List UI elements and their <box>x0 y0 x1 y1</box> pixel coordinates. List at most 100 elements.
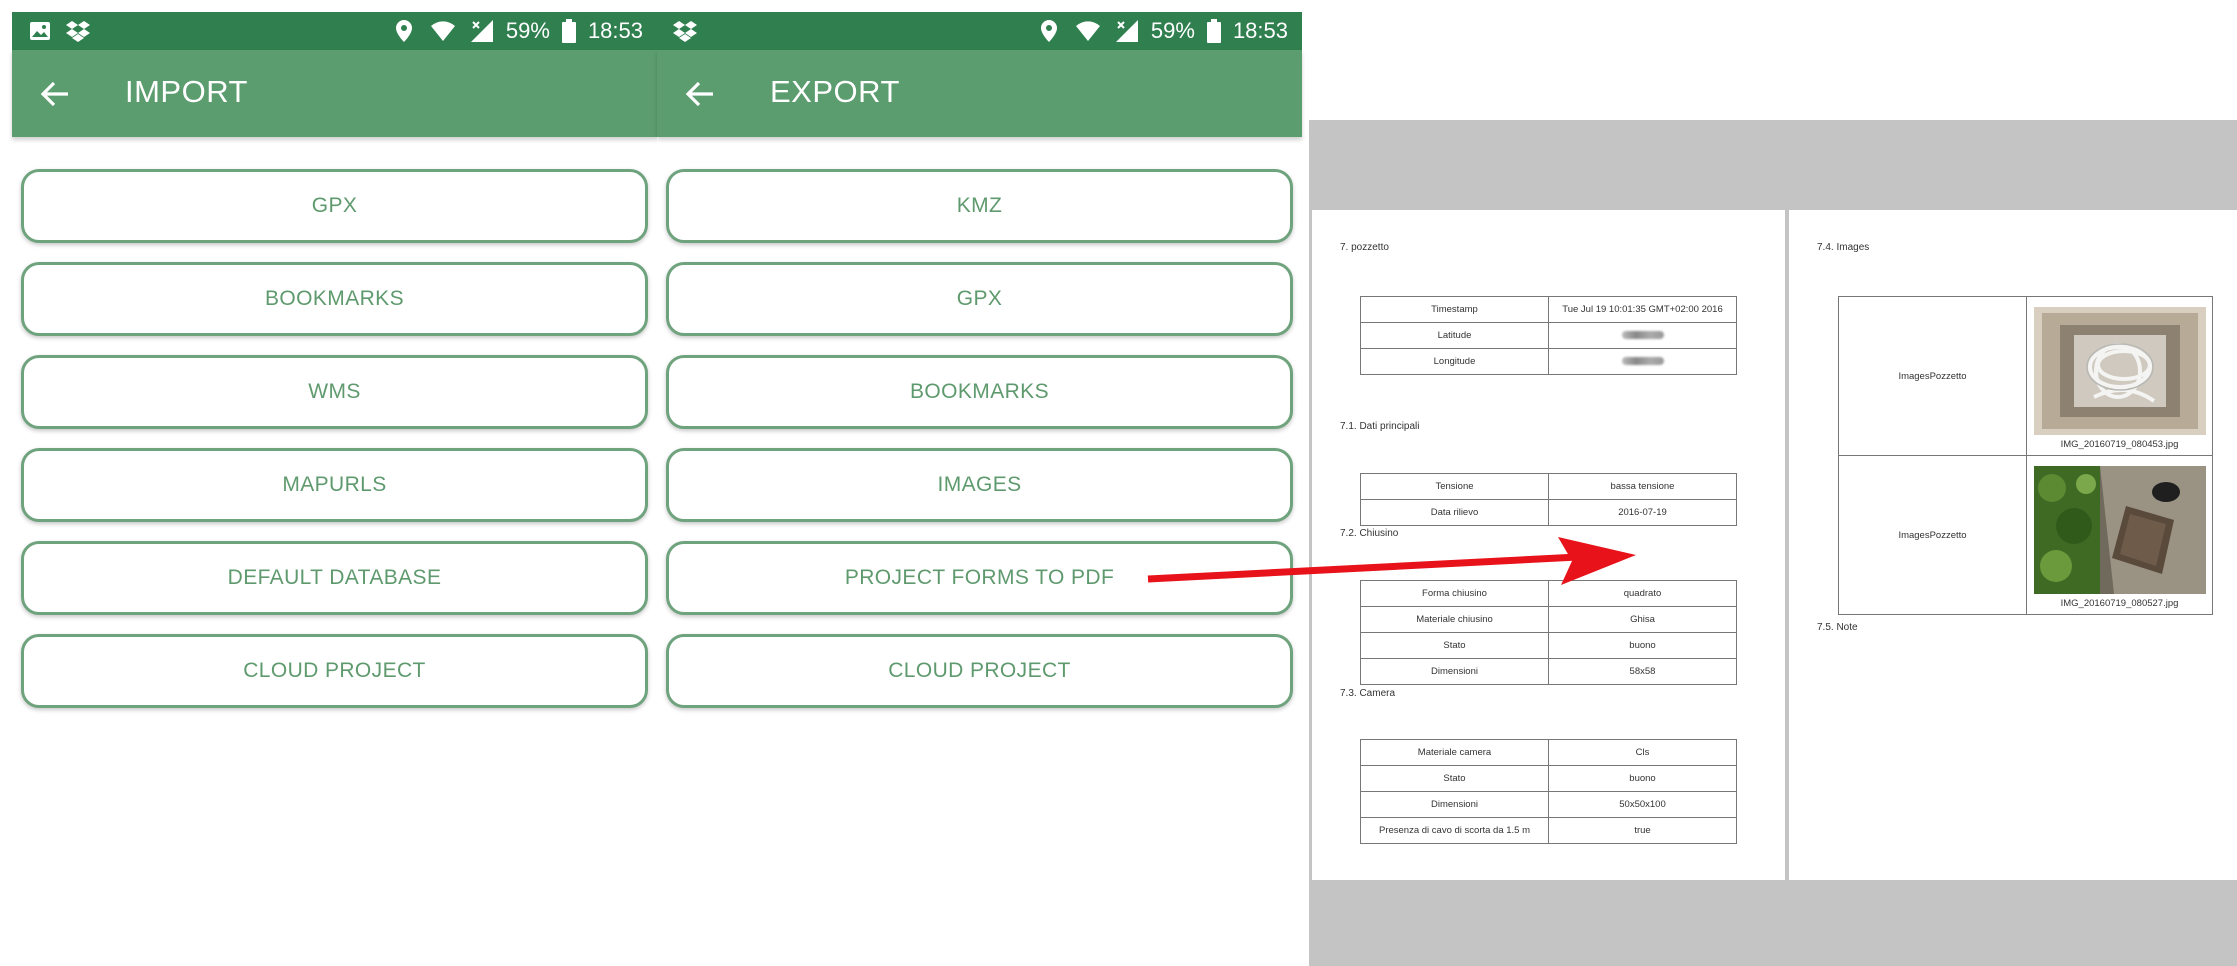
pdf-page-left: 7. pozzetto Timestamp Tue Jul 19 10:01:3… <box>1312 210 1785 880</box>
table-cell: Ghisa <box>1548 606 1737 633</box>
battery-percent: 59% <box>505 18 550 43</box>
pdf-preview: 7. pozzetto Timestamp Tue Jul 19 10:01:3… <box>1309 120 2237 966</box>
section-heading: 7. pozzetto <box>1340 242 1389 253</box>
dati-principali-table: Tensione bassa tensione Data rilievo 201… <box>1360 473 1737 526</box>
manhole-photo-2 <box>2033 466 2206 594</box>
redacted-value <box>1548 322 1737 349</box>
back-arrow-icon[interactable] <box>685 80 715 108</box>
table-row: Materiale camera Cls <box>1360 739 1737 766</box>
table-row: Materiale chiusino Ghisa <box>1360 606 1737 633</box>
import-wms-button[interactable]: WMS <box>21 355 648 429</box>
import-button-list: GPX BOOKMARKS WMS MAPURLS DEFAULT DATABA… <box>21 169 648 727</box>
table-row: Presenza di cavo di scorta da 1.5 m true <box>1360 817 1737 844</box>
section-heading: 7.5. Note <box>1817 622 1858 633</box>
table-row: Latitude <box>1360 322 1737 349</box>
table-cell: Tensione <box>1360 473 1549 500</box>
section-heading: 7.1. Dati principali <box>1340 421 1420 432</box>
table-cell: ImagesPozzetto <box>1838 296 2027 456</box>
table-cell: Longitude <box>1360 348 1549 375</box>
import-default-database-button[interactable]: DEFAULT DATABASE <box>21 541 648 615</box>
import-mapurls-button[interactable]: MAPURLS <box>21 448 648 522</box>
app-bar: IMPORT <box>12 50 657 137</box>
location-icon <box>1040 20 1057 42</box>
image-cell: IMG_20160719_080527.jpg <box>2026 455 2213 615</box>
wifi-icon <box>1075 21 1100 41</box>
export-cloud-project-button[interactable]: CLOUD PROJECT <box>666 634 1293 708</box>
export-project-forms-pdf-button[interactable]: PROJECT FORMS TO PDF <box>666 541 1293 615</box>
table-cell: buono <box>1548 632 1737 659</box>
table-row: Dimensioni 50x50x100 <box>1360 791 1737 818</box>
redacted-value <box>1548 348 1737 375</box>
table-cell: Dimensioni <box>1360 791 1549 818</box>
table-cell: Presenza di cavo di scorta da 1.5 m <box>1360 817 1549 844</box>
table-cell: 50x50x100 <box>1548 791 1737 818</box>
table-cell: quadrato <box>1548 580 1737 607</box>
dropbox-icon <box>673 21 697 42</box>
table-cell: Cls <box>1548 739 1737 766</box>
table-row: Dimensioni 58x58 <box>1360 658 1737 685</box>
pdf-page-right: 7.4. Images ImagesPozzetto IMG_20160719_… <box>1789 210 2237 880</box>
image-cell: IMG_20160719_080453.jpg <box>2026 296 2213 456</box>
chiusino-table: Forma chiusino quadrato Materiale chiusi… <box>1360 580 1737 685</box>
signal-icon <box>1115 20 1138 42</box>
battery-icon <box>561 19 576 43</box>
table-cell: 2016-07-19 <box>1548 499 1737 526</box>
export-kmz-button[interactable]: KMZ <box>666 169 1293 243</box>
section-heading: 7.3. Camera <box>1340 688 1396 699</box>
table-row: Timestamp Tue Jul 19 10:01:35 GMT+02:00 … <box>1360 296 1737 323</box>
table-cell: true <box>1548 817 1737 844</box>
table-row: ImagesPozzetto IMG_20160719_080527.jpg <box>1838 455 2213 615</box>
table-cell: Materiale camera <box>1360 739 1549 766</box>
table-cell: buono <box>1548 765 1737 792</box>
import-cloud-project-button[interactable]: CLOUD PROJECT <box>21 634 648 708</box>
table-cell: Materiale chiusino <box>1360 606 1549 633</box>
table-row: Stato buono <box>1360 632 1737 659</box>
table-row: ImagesPozzetto IMG_20160719_080453.jpg <box>1838 296 2213 456</box>
clock: 18:53 <box>1232 18 1288 43</box>
table-cell: Data rilievo <box>1360 499 1549 526</box>
images-table: ImagesPozzetto IMG_20160719_080453.jpg I… <box>1838 296 2213 615</box>
app-bar: EXPORT <box>657 50 1302 137</box>
table-row: Forma chiusino quadrato <box>1360 580 1737 607</box>
table-row: Data rilievo 2016-07-19 <box>1360 499 1737 526</box>
export-button-list: KMZ GPX BOOKMARKS IMAGES PROJECT FORMS T… <box>666 169 1293 727</box>
import-bookmarks-button[interactable]: BOOKMARKS <box>21 262 648 336</box>
table-row: Stato buono <box>1360 765 1737 792</box>
export-gpx-button[interactable]: GPX <box>666 262 1293 336</box>
table-cell: bassa tensione <box>1548 473 1737 500</box>
clock: 18:53 <box>587 18 643 43</box>
location-icon <box>395 20 412 42</box>
table-cell: Tue Jul 19 10:01:35 GMT+02:00 2016 <box>1548 296 1737 323</box>
table-cell: Dimensioni <box>1360 658 1549 685</box>
image-caption: IMG_20160719_080453.jpg <box>2060 439 2179 450</box>
back-arrow-icon[interactable] <box>40 80 70 108</box>
manhole-photo-1 <box>2033 307 2206 435</box>
table-cell: ImagesPozzetto <box>1838 455 2027 615</box>
battery-percent: 59% <box>1150 18 1195 43</box>
table-cell: Latitude <box>1360 322 1549 349</box>
wifi-icon <box>430 21 455 41</box>
pozzetto-table: Timestamp Tue Jul 19 10:01:35 GMT+02:00 … <box>1360 296 1737 375</box>
export-bookmarks-button[interactable]: BOOKMARKS <box>666 355 1293 429</box>
dropbox-icon <box>66 21 90 42</box>
table-cell: Stato <box>1360 765 1549 792</box>
table-cell: 58x58 <box>1548 658 1737 685</box>
image-icon <box>30 22 50 40</box>
page-title: IMPORT <box>125 74 248 109</box>
battery-icon <box>1206 19 1221 43</box>
section-heading: 7.2. Chiusino <box>1340 528 1399 539</box>
table-cell: Stato <box>1360 632 1549 659</box>
image-caption: IMG_20160719_080527.jpg <box>2060 598 2179 609</box>
page-title: EXPORT <box>770 74 900 109</box>
export-images-button[interactable]: IMAGES <box>666 448 1293 522</box>
status-bar: 59% 18:53 <box>657 12 1302 50</box>
section-heading: 7.4. Images <box>1817 242 1870 253</box>
signal-icon <box>470 20 493 42</box>
table-cell: Timestamp <box>1360 296 1549 323</box>
status-bar: 59% 18:53 <box>12 12 657 50</box>
import-screen: 59% 18:53 IMPORT GPX BOOKMARKS WMS MAPUR… <box>12 12 657 966</box>
table-cell: Forma chiusino <box>1360 580 1549 607</box>
export-screen: 59% 18:53 EXPORT KMZ GPX BOOKMARKS IMAGE… <box>657 12 1302 966</box>
camera-table: Materiale camera Cls Stato buono Dimensi… <box>1360 739 1737 844</box>
import-gpx-button[interactable]: GPX <box>21 169 648 243</box>
